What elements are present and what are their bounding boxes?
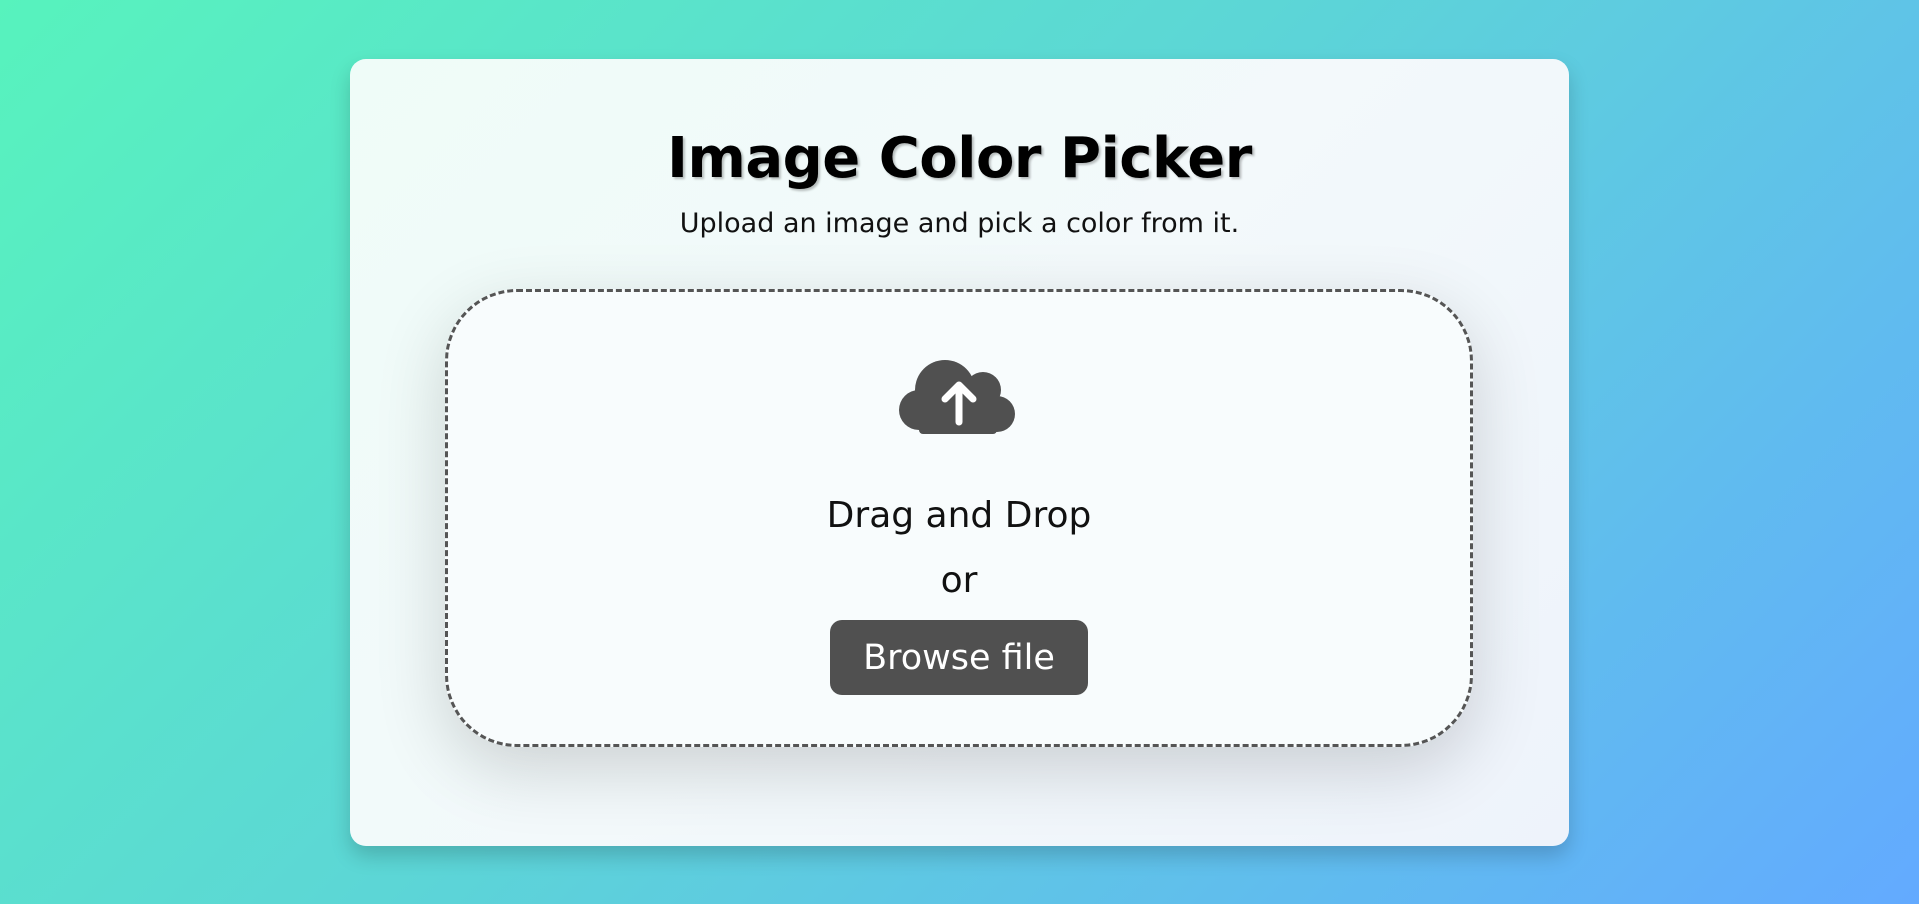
browse-file-button[interactable]: Browse file: [830, 620, 1088, 695]
drag-drop-label: Drag and Drop: [826, 495, 1092, 536]
cloud-upload-icon: [899, 360, 1015, 434]
page-title: Image Color Picker: [667, 126, 1252, 191]
picker-card: Image Color Picker Upload an image and p…: [350, 59, 1569, 846]
page-subtitle: Upload an image and pick a color from it…: [679, 208, 1240, 239]
or-label: or: [940, 560, 978, 601]
drop-zone[interactable]: Drag and Drop or Browse file: [445, 289, 1473, 747]
